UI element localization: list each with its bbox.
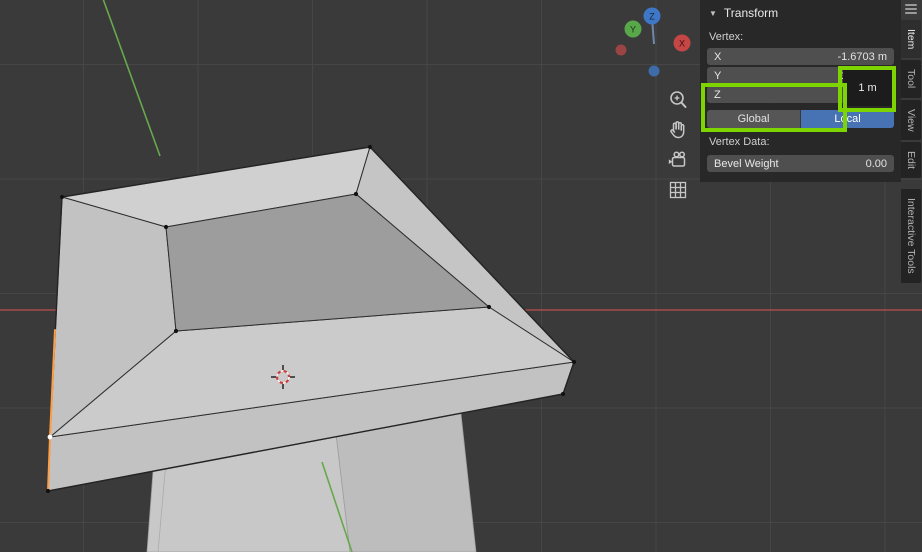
z-field-label: Z <box>714 88 721 101</box>
y-field-label: Y <box>714 69 722 82</box>
vertex-x-field[interactable]: X -1.6703 m <box>707 48 894 65</box>
hand-icon <box>670 121 685 139</box>
z-value-callout: 1 m <box>843 70 892 106</box>
camera-icon <box>668 151 686 167</box>
perspective-toggle-button[interactable] <box>666 178 690 202</box>
tab-edit[interactable]: Edit <box>901 142 921 179</box>
camera-view-button[interactable] <box>666 148 690 172</box>
grid-icon <box>669 181 687 199</box>
x-field-value: -1.6703 m <box>837 50 887 63</box>
gizmo-neg-z-axis[interactable] <box>648 65 660 77</box>
svg-text:Z: Z <box>649 12 655 22</box>
gizmo-z-axis[interactable]: Z <box>643 7 661 25</box>
tab-tool[interactable]: Tool <box>901 60 921 98</box>
viewport-toolbar <box>666 88 690 202</box>
zoom-icon <box>670 91 687 108</box>
tab-item[interactable]: Item <box>901 20 921 59</box>
gizmo-y-axis[interactable]: Y <box>624 20 642 38</box>
transform-panel-header[interactable]: ▼ Transform <box>700 0 901 26</box>
y-axis-line-back <box>102 0 161 157</box>
selected-vertex <box>47 434 53 440</box>
collapse-arrow-icon[interactable]: ▼ <box>709 9 717 18</box>
menu-icon[interactable] <box>905 4 917 14</box>
svg-text:Y: Y <box>630 25 636 35</box>
tab-view[interactable]: View <box>901 99 921 141</box>
local-button[interactable]: Local <box>801 110 894 128</box>
panel-title: Transform <box>723 6 779 20</box>
blender-3d-viewport[interactable]: Z Y X ▼ Transform Vertex: X -1.6703 m Y … <box>0 0 922 552</box>
mesh-object[interactable] <box>45 144 577 552</box>
vertex-section-label: Vertex: <box>709 31 744 43</box>
gizmo-x-axis[interactable]: X <box>673 34 691 52</box>
bevel-weight-label: Bevel Weight <box>714 157 779 170</box>
tab-interactive-tools[interactable]: Interactive Tools <box>901 189 921 284</box>
zoom-button[interactable] <box>666 88 690 112</box>
navigation-gizmo[interactable]: Z Y X <box>610 4 698 89</box>
orientation-toggle: Global Local <box>707 110 894 128</box>
vertex-data-section-label: Vertex Data: <box>709 136 770 148</box>
sidebar-tab-strip: Item Tool View Edit Interactive Tools <box>901 0 922 285</box>
svg-text:X: X <box>679 39 685 49</box>
x-field-label: X <box>714 50 722 63</box>
bevel-weight-field[interactable]: Bevel Weight 0.00 <box>707 155 894 172</box>
gizmo-neg-x-axis[interactable] <box>615 44 627 56</box>
bevel-weight-value: 0.00 <box>865 157 887 170</box>
pan-button[interactable] <box>666 118 690 142</box>
global-button[interactable]: Global <box>707 110 801 128</box>
